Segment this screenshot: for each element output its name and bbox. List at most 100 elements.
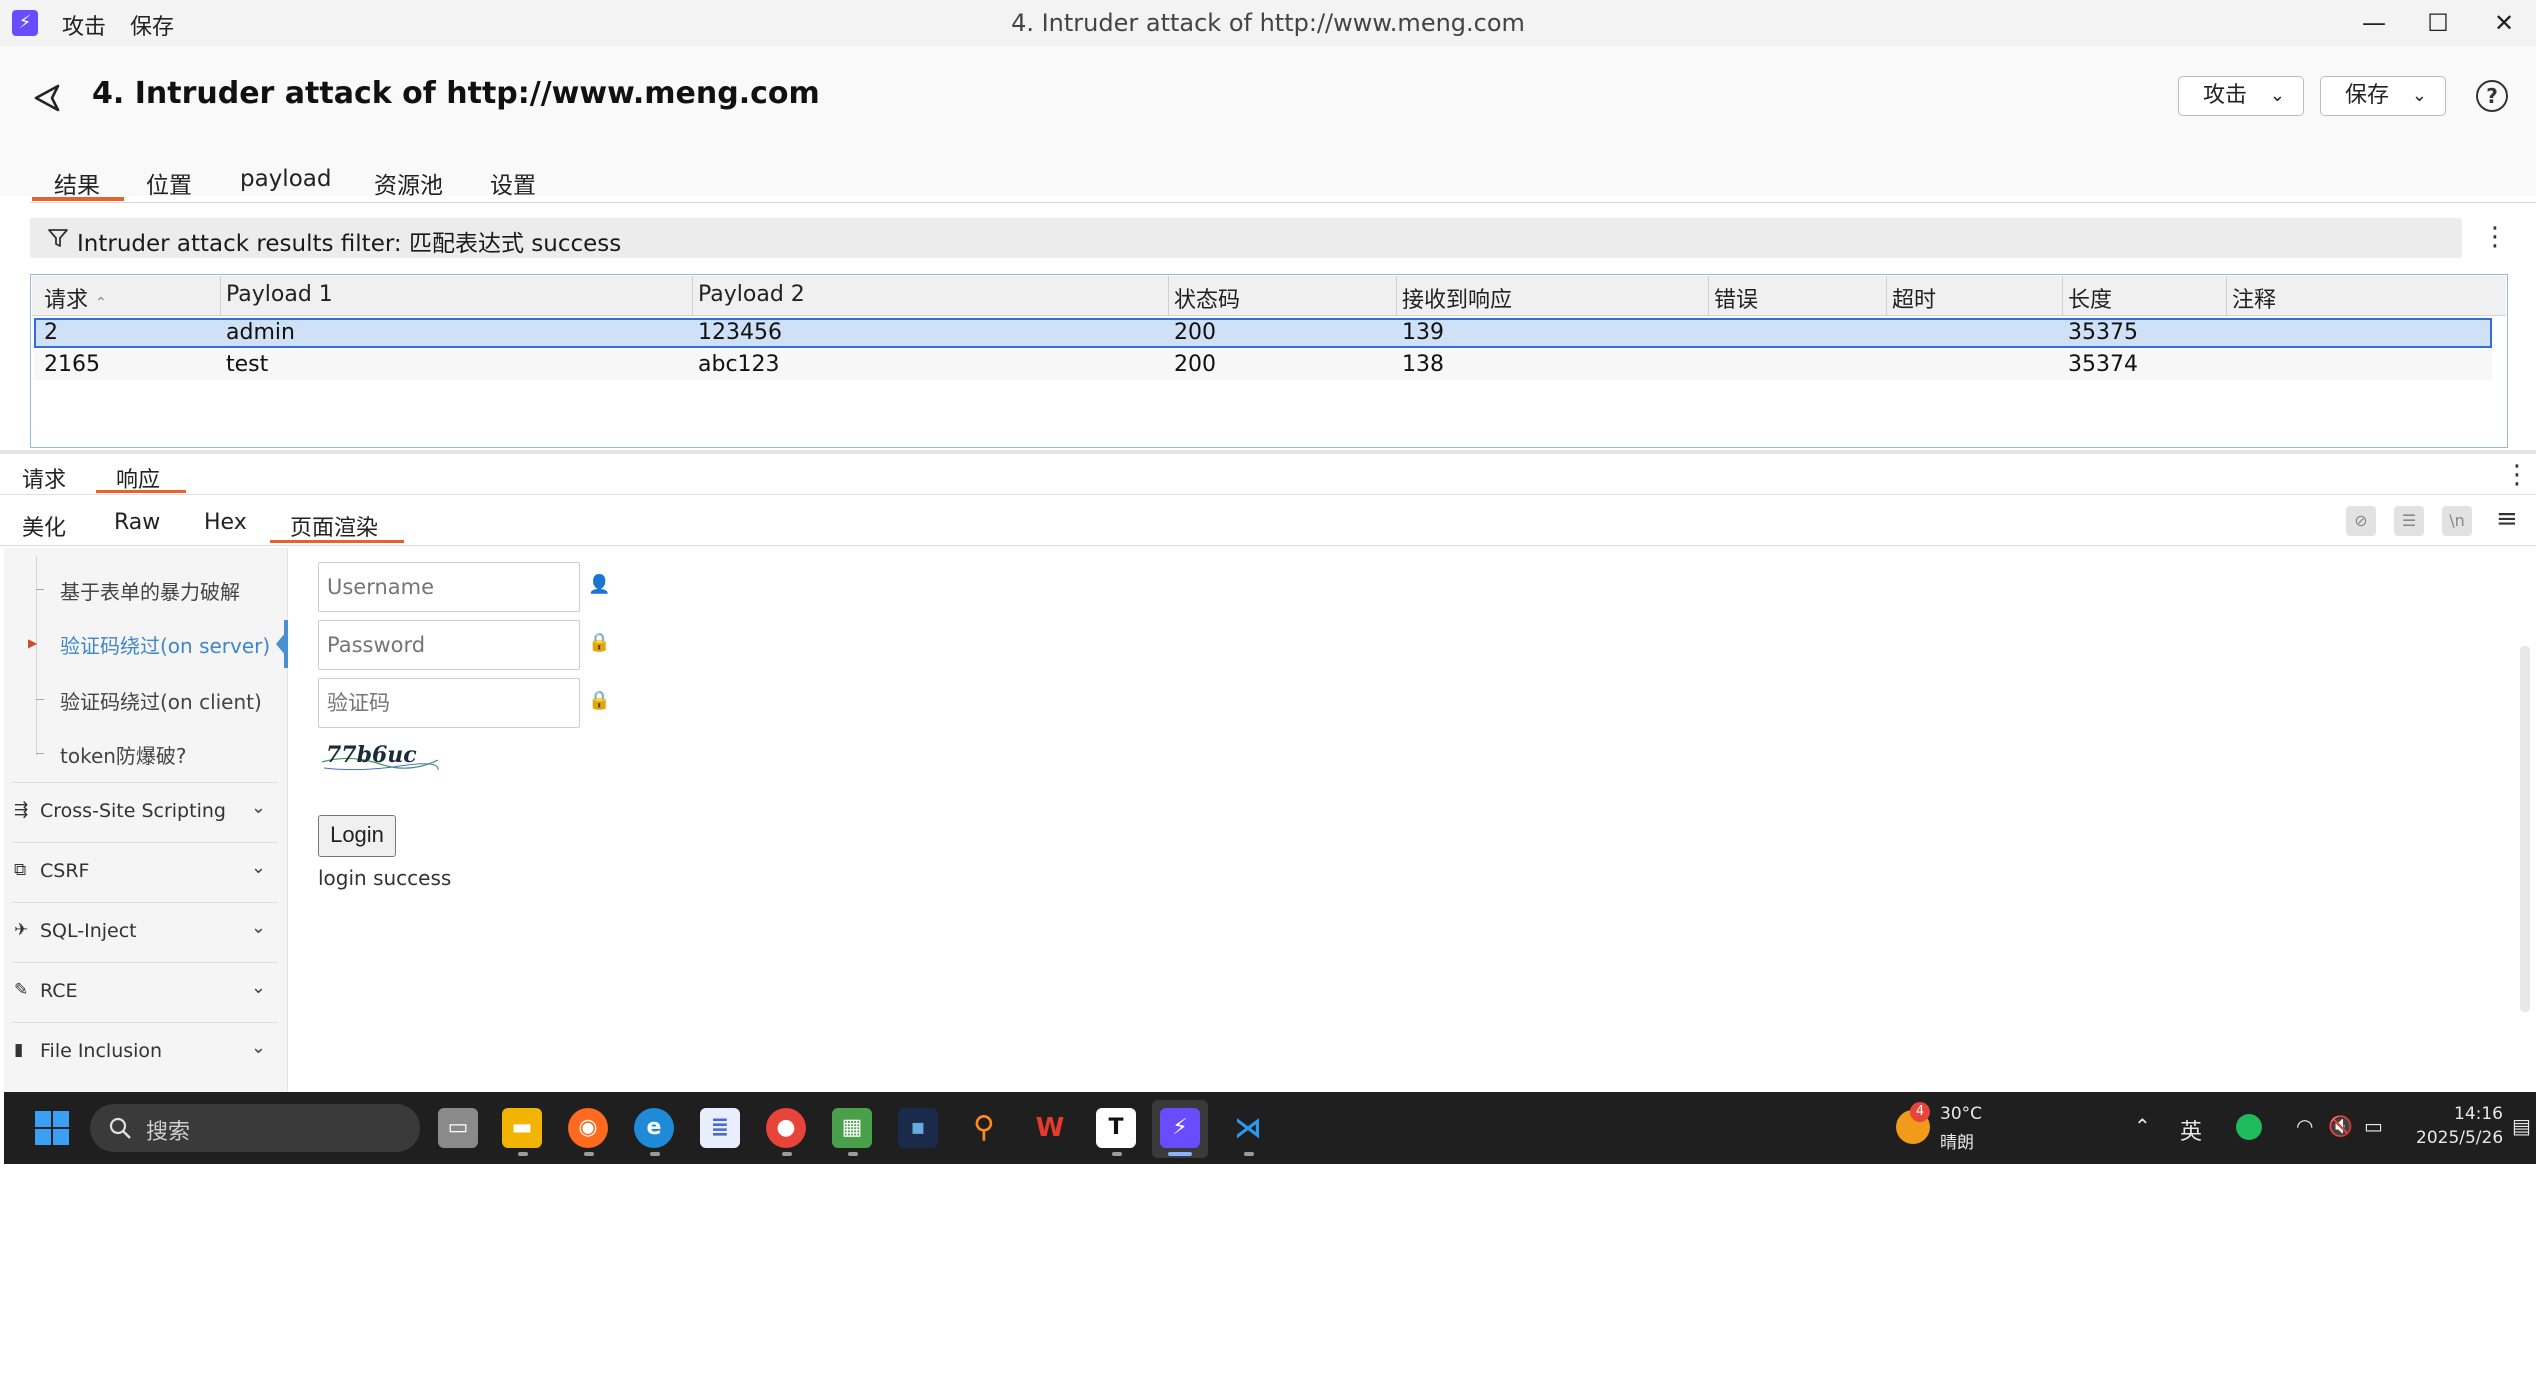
ime-indicator[interactable]: 英 [2180,1114,2202,1146]
chevron-up-icon[interactable]: ⌃ [2134,1114,2151,1138]
column-header-length[interactable]: 长度 [2068,282,2112,314]
sidebar-item-token[interactable]: token防爆破? [60,740,187,769]
app-icon[interactable]: ▪ [898,1108,938,1148]
column-separator[interactable] [1886,276,1887,316]
sidebar-item-rce[interactable]: ✎ RCE ⌄ [12,962,278,1020]
plane-icon: ✈ [14,920,29,940]
sidebar-item-captcha-server[interactable]: 验证码绕过(on server) [60,630,270,659]
column-header-error[interactable]: 错误 [1714,282,1758,314]
sidebar-item-form-bruteforce[interactable]: 基于表单的暴力破解 [60,576,240,605]
battery-icon[interactable]: ▭ [2364,1114,2383,1138]
tab-request[interactable]: 请求 [22,462,66,494]
running-indicator [518,1152,528,1156]
cell-length: 35375 [2068,320,2138,345]
maximize-icon[interactable]: ☐ [2408,4,2468,42]
file-explorer-icon[interactable]: ▬ [502,1108,542,1148]
typora-icon[interactable]: T [1096,1108,1136,1148]
column-header-timeout[interactable]: 超时 [1892,282,1936,314]
login-button[interactable]: Login [318,815,396,857]
tab-render[interactable]: 页面渲染 [290,510,378,542]
column-separator[interactable] [220,276,221,316]
cell-status: 200 [1174,320,1216,345]
xss-icon: ⇶ [14,800,29,820]
chevron-down-icon: ⌄ [250,977,266,998]
search-tool-icon[interactable]: ⚲ [964,1108,1004,1148]
tab-settings[interactable]: 设置 [490,166,536,200]
column-separator[interactable] [1396,276,1397,316]
menu-icon[interactable]: ≡ [2496,504,2518,534]
tab-raw[interactable]: Raw [114,510,160,535]
sidebar-item-label: Cross-Site Scripting [40,800,226,822]
vertical-scrollbar[interactable] [2520,646,2530,1012]
clock-date[interactable]: 2025/5/26 [2416,1128,2503,1148]
running-indicator [1244,1152,1254,1156]
hide-eye-icon[interactable]: ⊘ [2346,506,2376,536]
notepad-icon[interactable]: ≣ [700,1108,740,1148]
captcha-input[interactable] [318,678,580,728]
running-indicator [650,1152,660,1156]
sidebar-item-file-inclusion[interactable]: ▮ File Inclusion ⌄ [12,1022,278,1080]
chrome-icon[interactable]: ● [766,1108,806,1148]
panel-splitter[interactable] [0,450,2536,454]
clock-time[interactable]: 14:16 [2454,1104,2503,1124]
sidebar-item-sqli[interactable]: ✈ SQL-Inject ⌄ [12,902,278,960]
windows-start-icon[interactable] [34,1110,70,1146]
wps-icon[interactable]: W [1030,1108,1070,1148]
column-header-payload1[interactable]: Payload 1 [226,282,333,307]
chevron-down-icon: ⌄ [250,857,266,878]
chevron-down-icon: ⌄ [2269,85,2285,106]
help-icon[interactable]: ? [2476,80,2508,112]
burp-suite-icon[interactable]: ⚡ [1160,1108,1200,1148]
more-options-icon[interactable]: ⋮ [2504,460,2530,490]
cell-request: 2165 [44,352,100,377]
column-separator[interactable] [1168,276,1169,316]
tab-results[interactable]: 结果 [54,166,100,200]
column-header-status[interactable]: 状态码 [1174,282,1240,314]
column-header-received[interactable]: 接收到响应 [1402,282,1512,314]
share-icon: ⧉ [14,860,27,880]
sidebar-item-xss[interactable]: ⇶ Cross-Site Scripting ⌄ [12,782,278,840]
wifi-icon[interactable]: ◠ [2296,1114,2313,1138]
save-dropdown-button[interactable]: 保存 ⌄ [2320,76,2446,116]
column-separator[interactable] [2062,276,2063,316]
tab-payload[interactable]: payload [240,166,331,192]
firefox-icon[interactable]: ◉ [568,1108,608,1148]
vscode-icon[interactable]: ⋊ [1228,1108,1268,1148]
tree-branch [36,753,44,754]
column-separator[interactable] [1708,276,1709,316]
close-icon[interactable]: ✕ [2474,4,2534,42]
sidebar-item-captcha-client[interactable]: 验证码绕过(on client) [60,686,262,715]
tab-hex[interactable]: Hex [204,510,247,535]
sidebar-item-csrf[interactable]: ⧉ CSRF ⌄ [12,842,278,900]
tab-pretty[interactable]: 美化 [22,510,66,542]
edge-icon[interactable]: e [634,1108,674,1148]
tab-positions[interactable]: 位置 [146,166,192,200]
wechat-tray-icon[interactable] [2236,1114,2262,1140]
active-tab-indicator [96,490,186,493]
username-input[interactable] [318,562,580,612]
taskbar-search-box[interactable] [90,1104,420,1152]
attack-dropdown-label: 攻击 [2203,83,2248,108]
newline-icon[interactable]: \n [2442,506,2472,536]
cell-received: 138 [1402,352,1444,377]
notification-icon[interactable]: ▤ [2512,1114,2531,1138]
column-header-payload2[interactable]: Payload 2 [698,282,805,307]
send-back-icon[interactable] [30,80,66,116]
captcha-image[interactable]: 77b6uc [320,738,440,778]
filter-text: Intruder attack results filter: 匹配表达式 su… [77,231,622,257]
more-options-icon[interactable]: ⋮ [2482,222,2508,252]
running-indicator [1112,1152,1122,1156]
attack-dropdown-button[interactable]: 攻击 ⌄ [2178,76,2304,116]
password-input[interactable] [318,620,580,670]
tab-resource-pool[interactable]: 资源池 [374,166,443,200]
column-header-request[interactable]: 请求 ⌃ [44,282,107,314]
image-viewer-icon[interactable]: ▦ [832,1108,872,1148]
volume-muted-icon[interactable]: 🔇 [2328,1114,2353,1138]
column-header-comment[interactable]: 注释 [2232,282,2276,314]
column-separator[interactable] [692,276,693,316]
wrap-lines-icon[interactable]: ☰ [2394,506,2424,536]
column-separator[interactable] [2226,276,2227,316]
lock-icon: 🔒 [588,690,611,711]
minimize-icon[interactable]: — [2344,4,2404,42]
task-view-icon[interactable]: ▭ [438,1108,478,1148]
